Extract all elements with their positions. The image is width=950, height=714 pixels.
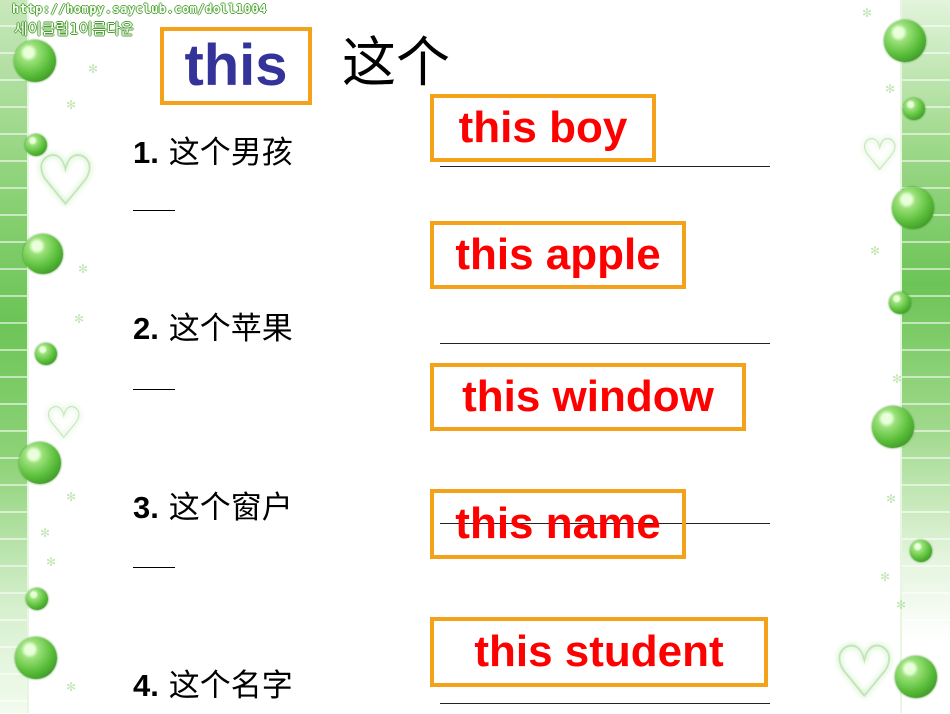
- left-decorative-stripe: [0, 0, 29, 713]
- heart-icon: ♡: [34, 140, 97, 222]
- watermark-korean: 세이클럽1이름다운: [14, 20, 134, 38]
- answer-box-window: this window: [430, 363, 746, 431]
- bubble-icon: [884, 20, 926, 62]
- title-word: this: [184, 33, 288, 98]
- bubble-icon: [26, 588, 48, 610]
- answer-text: this boy: [458, 103, 628, 152]
- bubble-icon: [895, 656, 937, 698]
- question-number: 1.: [133, 135, 159, 170]
- answer-blank-line: [440, 166, 770, 167]
- heart-icon: ♡: [44, 398, 84, 449]
- answer-blank-line: [440, 343, 770, 344]
- title-translation: 这个: [342, 31, 450, 94]
- question-4: 4. 这个名字: [133, 670, 293, 702]
- heart-icon: ♡: [832, 630, 897, 714]
- sparkle-icon: ✻: [66, 98, 77, 112]
- continuation-dash: [133, 567, 175, 568]
- answer-box-name: this name: [430, 489, 686, 559]
- sparkle-icon: ✻: [46, 555, 57, 569]
- answer-text: this name: [455, 499, 661, 548]
- sparkle-icon: ✻: [66, 680, 77, 694]
- bubble-icon: [15, 637, 57, 679]
- question-3: 3. 这个窗户: [133, 492, 293, 524]
- question-text: 这个名字: [168, 668, 293, 704]
- answer-box-student: this student: [430, 617, 768, 687]
- answer-text: this student: [474, 627, 724, 676]
- sparkle-icon: ✻: [66, 490, 77, 504]
- question-number: 3.: [133, 490, 159, 525]
- sparkle-icon: ✻: [896, 598, 907, 612]
- answer-text: this window: [462, 372, 714, 421]
- answer-blank-line: [440, 703, 770, 704]
- sparkle-icon: ✻: [78, 262, 89, 276]
- sparkle-icon: ✻: [862, 6, 873, 20]
- question-number: 4.: [133, 668, 159, 703]
- sparkle-icon: ✻: [880, 570, 891, 584]
- bubble-icon: [892, 187, 934, 229]
- bubble-icon: [903, 98, 925, 120]
- heart-icon: ♡: [860, 130, 900, 181]
- question-text: 这个男孩: [168, 135, 293, 171]
- continuation-dash: [133, 210, 175, 211]
- sparkle-icon: ✻: [892, 372, 903, 386]
- bubble-icon: [23, 234, 63, 274]
- sparkle-icon: ✻: [886, 492, 897, 506]
- title-word-box: this: [160, 27, 312, 105]
- bubble-icon: [910, 540, 932, 562]
- question-number: 2.: [133, 311, 159, 346]
- bubble-icon: [14, 40, 56, 82]
- watermark-url: http://hompy.sayclub.com/doll1004: [12, 2, 267, 16]
- bubble-icon: [889, 292, 911, 314]
- sparkle-icon: ✻: [74, 312, 85, 326]
- bubble-icon: [872, 406, 914, 448]
- question-2: 2. 这个苹果: [133, 313, 293, 345]
- answer-box-apple: this apple: [430, 221, 686, 289]
- continuation-dash: [133, 389, 175, 390]
- question-text: 这个窗户: [168, 490, 293, 526]
- answer-text: this apple: [455, 230, 661, 279]
- sparkle-icon: ✻: [88, 62, 99, 76]
- sparkle-icon: ✻: [870, 244, 881, 258]
- answer-box-boy: this boy: [430, 94, 656, 162]
- sparkle-icon: ✻: [40, 526, 51, 540]
- question-text: 这个苹果: [168, 311, 293, 347]
- bubble-icon: [35, 343, 57, 365]
- question-1: 1. 这个男孩: [133, 137, 293, 169]
- sparkle-icon: ✻: [885, 82, 896, 96]
